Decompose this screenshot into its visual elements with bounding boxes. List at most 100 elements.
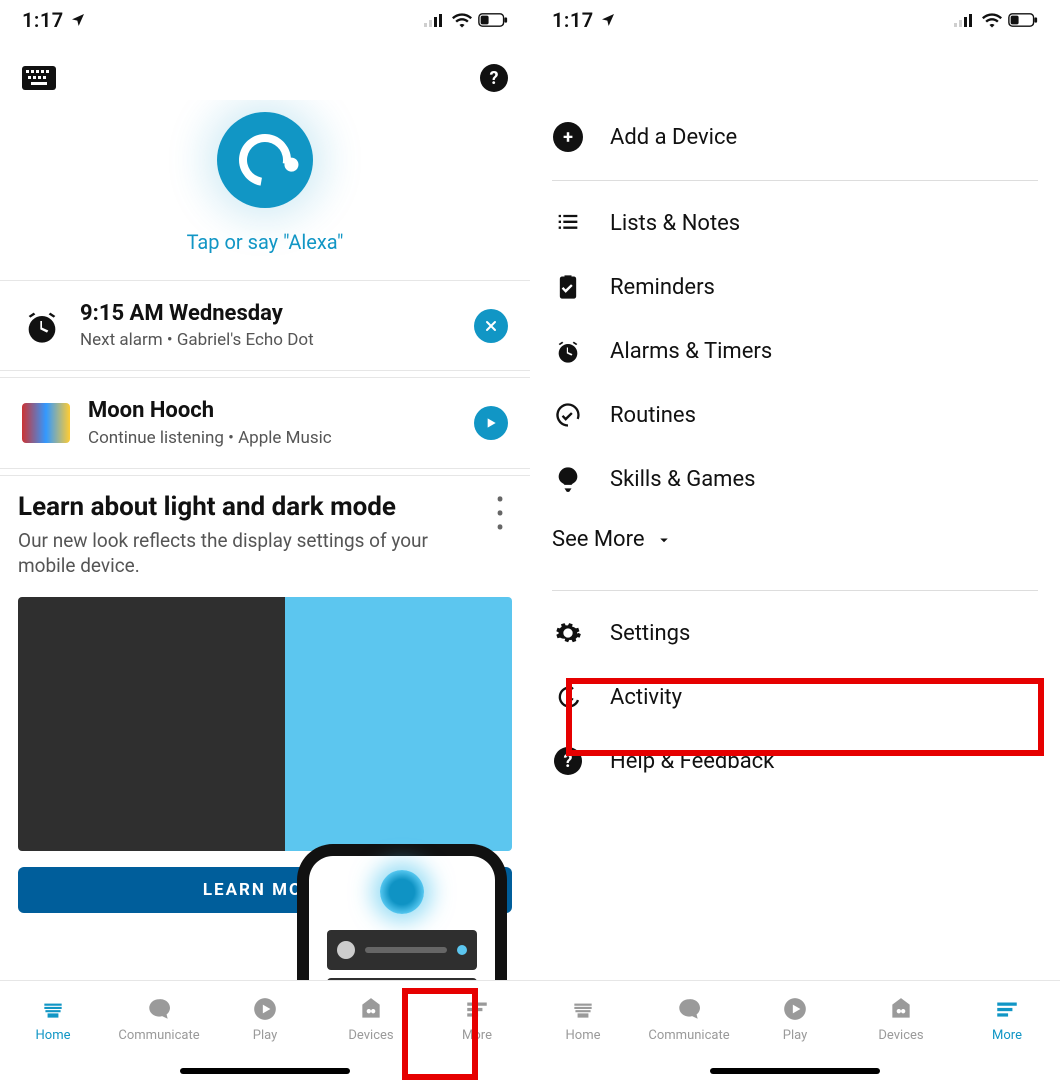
- question-icon: ?: [554, 747, 582, 775]
- learn-card: Learn about light and dark mode Our new …: [0, 475, 530, 913]
- tab-communicate[interactable]: Communicate: [106, 981, 212, 1058]
- music-subtitle: Continue listening • Apple Music: [88, 428, 456, 448]
- alarm-title: 9:15 AM Wednesday: [80, 301, 456, 326]
- keyboard-icon[interactable]: [22, 66, 56, 90]
- devices-icon: [356, 996, 386, 1022]
- status-bar: 1:17: [530, 0, 1060, 40]
- alarm-subtitle: Next alarm • Gabriel's Echo Dot: [80, 330, 456, 350]
- alexa-orb-icon[interactable]: [217, 112, 313, 208]
- tab-home[interactable]: Home: [0, 981, 106, 1058]
- tab-play-label: Play: [783, 1028, 808, 1043]
- learn-body: Our new look reflects the display settin…: [18, 528, 488, 579]
- menu-alarms-timers[interactable]: Alarms & Timers: [552, 319, 1038, 383]
- tab-devices-label: Devices: [348, 1028, 393, 1043]
- tab-home-label: Home: [36, 1028, 71, 1043]
- menu-separator: [552, 180, 1038, 181]
- tab-bar: Home Communicate Play Devices More: [530, 980, 1060, 1080]
- alarm-icon: [554, 337, 582, 365]
- more-icon: [992, 996, 1022, 1022]
- menu-add-device-label: Add a Device: [610, 125, 737, 150]
- menu-settings[interactable]: Settings: [552, 601, 1038, 665]
- menu-see-more[interactable]: See More: [552, 511, 1038, 580]
- menu-settings-label: Settings: [610, 621, 690, 646]
- chat-bubble-icon: [674, 996, 704, 1022]
- tab-communicate-label: Communicate: [648, 1028, 729, 1043]
- menu-see-more-label: See More: [552, 527, 645, 552]
- routines-icon: [554, 401, 582, 429]
- status-time: 1:17: [552, 8, 594, 32]
- menu-skills-games-label: Skills & Games: [610, 467, 755, 492]
- card-overflow-button[interactable]: •••: [488, 492, 512, 538]
- wifi-icon: [452, 12, 472, 28]
- menu-skills-games[interactable]: Skills & Games: [552, 447, 1038, 511]
- tab-play[interactable]: Play: [742, 981, 848, 1058]
- menu-activity-label: Activity: [610, 685, 682, 710]
- skills-icon: [554, 465, 582, 493]
- tab-play[interactable]: Play: [212, 981, 318, 1058]
- play-circle-icon: [250, 996, 280, 1022]
- tab-communicate[interactable]: Communicate: [636, 981, 742, 1058]
- menu-reminders[interactable]: Reminders: [552, 255, 1038, 319]
- tab-communicate-label: Communicate: [118, 1028, 199, 1043]
- help-icon[interactable]: ?: [480, 64, 508, 92]
- battery-icon: [478, 12, 508, 28]
- tab-devices-label: Devices: [878, 1028, 923, 1043]
- menu-alarms-timers-label: Alarms & Timers: [610, 339, 772, 364]
- more-icon: [462, 996, 492, 1022]
- screenshot-left-home: 1:17 ? Tap or say "Ale: [0, 0, 530, 1080]
- status-time: 1:17: [22, 8, 64, 32]
- tab-more-label: More: [992, 1028, 1022, 1043]
- tab-devices[interactable]: Devices: [848, 981, 954, 1058]
- alarm-card[interactable]: 9:15 AM Wednesday Next alarm • Gabriel's…: [0, 280, 530, 371]
- play-music-button[interactable]: [474, 406, 508, 440]
- menu-activity[interactable]: Activity: [552, 665, 1038, 729]
- menu-routines-label: Routines: [610, 403, 696, 428]
- tab-home-label: Home: [566, 1028, 601, 1043]
- learn-title: Learn about light and dark mode: [18, 492, 488, 522]
- dismiss-alarm-button[interactable]: [474, 309, 508, 343]
- wifi-icon: [982, 12, 1002, 28]
- tab-devices[interactable]: Devices: [318, 981, 424, 1058]
- alexa-hero-text: Tap or say "Alexa": [187, 230, 344, 254]
- menu-lists-notes[interactable]: Lists & Notes: [552, 191, 1038, 255]
- tab-more[interactable]: More: [424, 981, 530, 1058]
- music-title: Moon Hooch: [88, 398, 456, 423]
- alarm-clock-icon: [22, 306, 62, 346]
- tab-bar: Home Communicate Play Devices More: [0, 980, 530, 1080]
- devices-icon: [886, 996, 916, 1022]
- list-icon: [554, 209, 582, 237]
- menu-help-feedback-label: Help & Feedback: [610, 749, 774, 774]
- menu-add-device[interactable]: + Add a Device: [552, 104, 1038, 170]
- menu-routines[interactable]: Routines: [552, 383, 1038, 447]
- screenshot-right-more-menu: 1:17 + Add a Device Lists & Notes Remind…: [530, 0, 1060, 1080]
- tab-home[interactable]: Home: [530, 981, 636, 1058]
- history-icon: [554, 683, 582, 711]
- plus-icon: +: [553, 122, 583, 152]
- cellular-icon: [954, 13, 976, 27]
- clipboard-check-icon: [554, 273, 582, 301]
- location-arrow-icon: [600, 12, 616, 28]
- status-bar: 1:17: [0, 0, 530, 40]
- tab-more-label: More: [462, 1028, 492, 1043]
- battery-icon: [1008, 12, 1038, 28]
- tab-play-label: Play: [253, 1028, 278, 1043]
- menu-separator: [552, 590, 1038, 591]
- menu-help-feedback[interactable]: ? Help & Feedback: [552, 729, 1038, 793]
- learn-image: [18, 597, 512, 851]
- home-indicator[interactable]: [180, 1068, 350, 1074]
- cellular-icon: [424, 13, 446, 27]
- chat-bubble-icon: [144, 996, 174, 1022]
- music-card[interactable]: Moon Hooch Continue listening • Apple Mu…: [0, 377, 530, 468]
- play-icon: [483, 415, 499, 431]
- chevron-down-icon: [655, 531, 673, 549]
- home-icon: [38, 996, 68, 1022]
- tab-more[interactable]: More: [954, 981, 1060, 1058]
- home-indicator[interactable]: [710, 1068, 880, 1074]
- close-icon: [483, 318, 499, 334]
- album-art-thumb: [22, 403, 70, 443]
- alexa-hero[interactable]: Tap or say "Alexa": [0, 100, 530, 280]
- location-arrow-icon: [70, 12, 86, 28]
- home-icon: [568, 996, 598, 1022]
- menu-lists-notes-label: Lists & Notes: [610, 211, 740, 236]
- menu-reminders-label: Reminders: [610, 275, 715, 300]
